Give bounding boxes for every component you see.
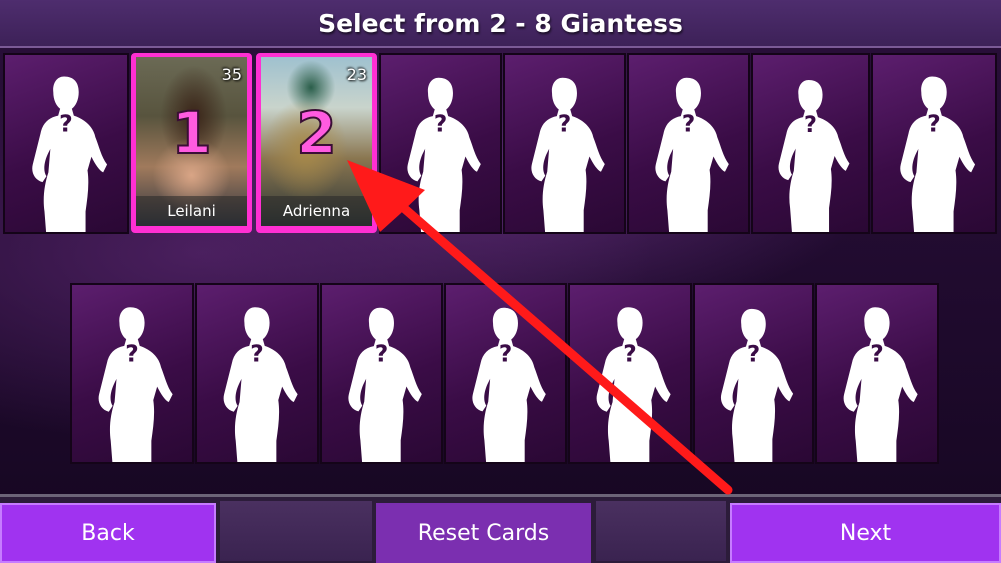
- question-mark-icon: ?: [870, 340, 883, 367]
- silhouette-shape: [843, 307, 918, 462]
- question-mark-icon: ?: [59, 109, 73, 137]
- unknown-character-silhouette-icon: ?: [720, 308, 794, 462]
- character-slot-empty[interactable]: ?: [815, 283, 939, 464]
- character-slot-empty[interactable]: ?: [751, 53, 870, 234]
- unknown-character-silhouette-icon: ?: [655, 77, 729, 232]
- silhouette-shape: [655, 77, 729, 232]
- character-slot-empty[interactable]: ?: [693, 283, 814, 464]
- character-name: Leilani: [136, 196, 247, 226]
- silhouette-shape: [531, 77, 605, 232]
- question-mark-icon: ?: [499, 342, 512, 368]
- unknown-character-silhouette-icon: ?: [531, 77, 605, 232]
- unknown-character-silhouette-icon: ?: [407, 77, 481, 232]
- title-bar: Select from 2 - 8 Giantess: [0, 0, 1001, 48]
- silhouette-shape: [472, 307, 546, 462]
- character-slot-empty[interactable]: ?: [568, 283, 692, 464]
- unknown-character-silhouette-icon: ?: [843, 307, 918, 462]
- question-mark-icon: ?: [623, 340, 636, 367]
- silhouette-shape: [223, 307, 298, 462]
- page-title: Select from 2 - 8 Giantess: [318, 8, 683, 38]
- reset-cards-button[interactable]: Reset Cards: [376, 503, 591, 563]
- unknown-character-silhouette-icon: ?: [223, 307, 298, 462]
- question-mark-icon: ?: [558, 112, 571, 138]
- character-slot-empty[interactable]: ?: [195, 283, 319, 464]
- bottom-bar-segment: [220, 501, 372, 561]
- next-button[interactable]: Next: [730, 503, 1001, 563]
- character-age: 23: [346, 65, 367, 84]
- silhouette-shape: [720, 308, 794, 462]
- unknown-character-silhouette-icon: ?: [778, 79, 850, 232]
- back-button[interactable]: Back: [0, 503, 216, 563]
- silhouette-shape: [98, 307, 173, 462]
- question-mark-icon: ?: [125, 340, 138, 367]
- character-slot-empty[interactable]: ?: [627, 53, 750, 234]
- unknown-character-silhouette-icon: ?: [472, 307, 546, 462]
- character-slot-empty[interactable]: ?: [3, 53, 129, 234]
- bottom-bar-segment: [596, 501, 726, 561]
- character-slot-empty[interactable]: ?: [320, 283, 443, 464]
- character-slot-empty[interactable]: ?: [871, 53, 997, 234]
- unknown-character-silhouette-icon: ?: [348, 307, 422, 462]
- silhouette-shape: [348, 307, 422, 462]
- character-slot-empty[interactable]: ?: [379, 53, 502, 234]
- unknown-character-silhouette-icon: ?: [596, 307, 671, 462]
- silhouette-shape: [778, 79, 850, 232]
- question-mark-icon: ?: [927, 109, 941, 137]
- question-mark-icon: ?: [682, 112, 695, 138]
- question-mark-icon: ?: [434, 112, 447, 138]
- question-mark-icon: ?: [250, 340, 263, 367]
- silhouette-shape: [900, 76, 976, 232]
- character-age: 35: [221, 65, 242, 84]
- question-mark-icon: ?: [804, 112, 817, 138]
- unknown-character-silhouette-icon: ?: [32, 76, 108, 232]
- question-mark-icon: ?: [375, 342, 388, 368]
- character-slot-empty[interactable]: ?: [444, 283, 567, 464]
- unknown-character-silhouette-icon: ?: [98, 307, 173, 462]
- silhouette-shape: [407, 77, 481, 232]
- question-mark-icon: ?: [747, 342, 760, 368]
- character-name: Adrienna: [261, 196, 372, 226]
- silhouette-shape: [596, 307, 671, 462]
- silhouette-shape: [32, 76, 108, 232]
- character-slot-empty[interactable]: ?: [503, 53, 626, 234]
- character-slot-empty[interactable]: ?: [70, 283, 194, 464]
- unknown-character-silhouette-icon: ?: [900, 76, 976, 232]
- selection-order-number: 2: [295, 98, 337, 168]
- selection-order-number: 1: [170, 98, 212, 168]
- character-slot-selected[interactable]: 35 1 Leilani: [131, 53, 252, 233]
- character-slot-selected[interactable]: 23 2 Adrienna: [256, 53, 377, 233]
